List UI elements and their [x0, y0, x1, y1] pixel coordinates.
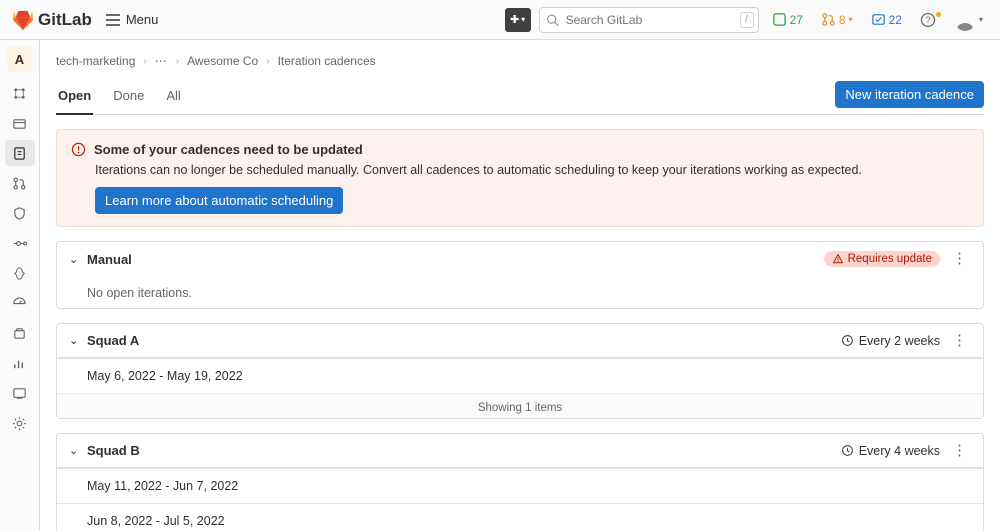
search-icon — [546, 13, 559, 26]
cadence-actions-menu[interactable]: ⋮ — [948, 335, 971, 347]
showing-count: Showing 1 items — [57, 393, 983, 418]
cadence-actions-menu[interactable]: ⋮ — [948, 253, 971, 265]
warning-triangle-icon — [832, 253, 844, 265]
cadence-name[interactable]: Manual — [87, 252, 132, 267]
chevron-down-icon[interactable]: ⌄ — [69, 444, 79, 457]
tab-open[interactable]: Open — [56, 80, 93, 115]
alert-title: Some of your cadences need to be updated — [94, 142, 363, 157]
gitlab-icon — [12, 9, 34, 31]
cadence-header: ⌄ Squad A Every 2 weeks ⋮ — [57, 324, 983, 358]
tab-done[interactable]: Done — [111, 80, 146, 115]
help-icon: ? — [920, 12, 936, 28]
sidebar-item-security[interactable] — [5, 200, 35, 226]
chevron-right-icon: › — [266, 56, 269, 67]
todo-icon — [871, 12, 886, 27]
sidebar-item-settings[interactable] — [5, 410, 35, 436]
notification-dot-icon — [936, 12, 941, 17]
sidebar-item-issues[interactable] — [5, 140, 35, 166]
new-dropdown-button[interactable]: ✚ ▾ — [505, 8, 531, 32]
plus-icon: ✚ — [510, 13, 519, 26]
cadence-header: ⌄ Squad B Every 4 weeks ⋮ — [57, 434, 983, 468]
cadence-actions-menu[interactable]: ⋮ — [948, 445, 971, 457]
todos-link[interactable]: 22 — [866, 10, 907, 29]
chevron-down-icon[interactable]: ⌄ — [69, 334, 79, 347]
tabs: Open Done All — [56, 80, 183, 114]
top-header: GitLab Menu ✚ ▾ / 27 8 ▾ 22 ? ▾ — [0, 0, 1000, 40]
sidebar-item-cicd[interactable] — [5, 230, 35, 256]
search-input[interactable] — [539, 7, 759, 33]
badge-label: Requires update — [848, 253, 932, 265]
chevron-down-icon: ▾ — [849, 15, 853, 24]
clock-icon — [841, 444, 854, 457]
mr-count: 8 — [839, 13, 846, 27]
warning-icon — [71, 142, 86, 157]
merge-requests-link[interactable]: 8 ▾ — [816, 10, 858, 29]
cadence-group: ⌄ Squad B Every 4 weeks ⋮ May 11, 2022 -… — [56, 433, 984, 531]
crumb-mid[interactable]: Awesome Co — [187, 54, 258, 68]
gitlab-logo[interactable]: GitLab — [12, 9, 92, 31]
logo-text: GitLab — [38, 10, 92, 30]
sidebar-item-wiki[interactable] — [5, 380, 35, 406]
avatar-icon — [954, 9, 976, 31]
left-sidebar: A — [0, 40, 40, 531]
cadence-group: ⌄ Squad A Every 2 weeks ⋮ May 6, 2022 - … — [56, 323, 984, 419]
merge-request-icon — [821, 12, 836, 27]
cadence-name[interactable]: Squad A — [87, 333, 139, 348]
project-avatar[interactable]: A — [7, 46, 33, 72]
update-alert: Some of your cadences need to be updated… — [56, 129, 984, 227]
alert-cta-button[interactable]: Learn more about automatic scheduling — [95, 187, 343, 214]
sidebar-item-monitor[interactable] — [5, 290, 35, 316]
search-shortcut-badge: / — [740, 12, 754, 28]
sidebar-item-packages[interactable] — [5, 320, 35, 346]
alert-body: Iterations can no longer be scheduled ma… — [95, 163, 969, 177]
svg-text:?: ? — [925, 15, 930, 25]
issues-icon — [772, 12, 787, 27]
menu-label: Menu — [126, 12, 159, 27]
menu-button[interactable]: Menu — [100, 8, 165, 31]
iteration-row[interactable]: May 11, 2022 - Jun 7, 2022 — [57, 468, 983, 503]
cadence-header: ⌄ Manual Requires update ⋮ — [57, 242, 983, 276]
cadence-group: ⌄ Manual Requires update ⋮ No open itera… — [56, 241, 984, 309]
main-content: tech-marketing › ⋯ › Awesome Co › Iterat… — [40, 40, 1000, 531]
hamburger-icon — [106, 14, 120, 26]
sidebar-item-deployments[interactable] — [5, 260, 35, 286]
sidebar-item-merge-requests[interactable] — [5, 170, 35, 196]
frequency-label: Every 4 weeks — [859, 444, 940, 458]
todos-count: 22 — [889, 13, 902, 27]
cadence-frequency: Every 2 weeks — [841, 334, 940, 348]
help-link[interactable]: ? — [915, 10, 941, 30]
tab-all[interactable]: All — [164, 80, 182, 115]
iteration-row[interactable]: Jun 8, 2022 - Jul 5, 2022 — [57, 503, 983, 531]
cadence-name[interactable]: Squad B — [87, 443, 140, 458]
empty-message: No open iterations. — [57, 276, 983, 308]
new-cadence-button[interactable]: New iteration cadence — [835, 81, 984, 108]
cadence-frequency: Every 4 weeks — [841, 444, 940, 458]
breadcrumb: tech-marketing › ⋯ › Awesome Co › Iterat… — [56, 40, 984, 80]
requires-update-badge: Requires update — [824, 251, 940, 267]
chevron-down-icon[interactable]: ⌄ — [69, 253, 79, 266]
sidebar-item-analytics[interactable] — [5, 350, 35, 376]
frequency-label: Every 2 weeks — [859, 334, 940, 348]
crumb-leaf: Iteration cadences — [278, 54, 376, 68]
sidebar-item-repository[interactable] — [5, 110, 35, 136]
chevron-right-icon: › — [176, 56, 179, 67]
issues-link[interactable]: 27 — [767, 10, 808, 29]
chevron-down-icon: ▾ — [521, 15, 525, 24]
tabs-row: Open Done All New iteration cadence — [56, 80, 984, 115]
issues-count: 27 — [790, 13, 803, 27]
chevron-down-icon: ▾ — [979, 15, 983, 24]
iteration-row[interactable]: May 6, 2022 - May 19, 2022 — [57, 358, 983, 393]
chevron-right-icon: › — [143, 56, 146, 67]
user-menu[interactable]: ▾ — [949, 7, 988, 33]
crumb-root[interactable]: tech-marketing — [56, 54, 135, 68]
clock-icon — [841, 334, 854, 347]
search-wrap: / — [539, 7, 759, 33]
sidebar-item-info[interactable] — [5, 80, 35, 106]
crumb-ellipsis[interactable]: ⋯ — [155, 54, 168, 68]
